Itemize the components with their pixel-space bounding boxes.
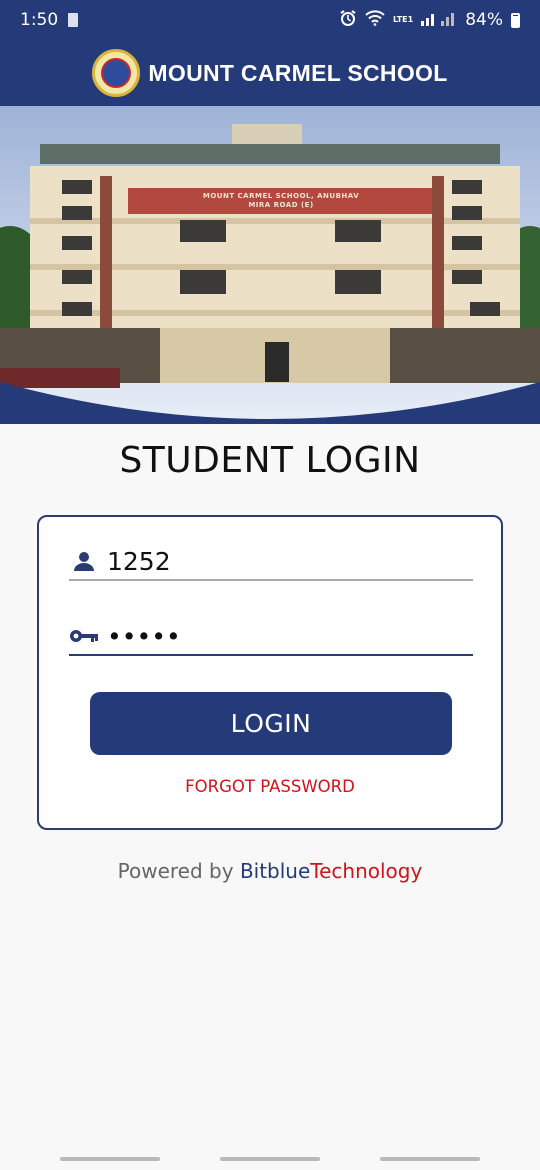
powered-prefix: Powered by (117, 859, 240, 883)
nav-home-icon[interactable] (220, 1157, 320, 1161)
wifi-icon (365, 9, 385, 31)
brand-name-technology: Technology (310, 859, 423, 883)
page-title: STUDENT LOGIN (119, 440, 421, 481)
login-button[interactable]: LOGIN (90, 692, 452, 755)
password-input[interactable] (107, 621, 457, 651)
powered-by-footer: Powered by BitblueTechnology (0, 859, 540, 883)
status-time: 1:50 (20, 10, 59, 30)
school-logo (92, 49, 141, 97)
forgot-password-link[interactable]: FORGOT PASSWORD (39, 777, 501, 796)
user-id-input[interactable] (107, 546, 457, 576)
nav-back-icon[interactable] (380, 1157, 480, 1161)
app-header: MOUNT CARMEL SCHOOL (0, 40, 540, 106)
banner-sign: MOUNT CARMEL SCHOOL, ANUBHAV MIRA ROAD (… (128, 188, 434, 214)
alarm-icon (339, 9, 357, 32)
school-title: MOUNT CARMEL SCHOOL (148, 59, 448, 86)
person-icon (69, 550, 99, 572)
status-bar: 1:50 LTE1 84% (0, 0, 540, 40)
school-building-image: MOUNT CARMEL SCHOOL, ANUBHAV MIRA ROAD (… (0, 106, 540, 424)
signal-icon (421, 10, 457, 31)
banner-sign-line-1: MOUNT CARMEL SCHOOL, ANUBHAV (202, 192, 360, 200)
brand-name-bitblue: Bitblue (239, 859, 311, 883)
login-card: LOGIN FORGOT PASSWORD (37, 515, 503, 830)
user-id-field (69, 543, 473, 581)
banner-sign-line-2: MIRA ROAD (E) (248, 201, 314, 209)
key-icon (69, 628, 99, 644)
battery-icon (511, 12, 520, 28)
battery-percent: 84% (465, 10, 503, 30)
system-nav-bar (0, 1148, 540, 1170)
nav-recents-icon[interactable] (60, 1157, 160, 1161)
lte-label: LTE1 (392, 15, 414, 24)
sim-icon (68, 13, 79, 27)
password-field (69, 618, 473, 656)
